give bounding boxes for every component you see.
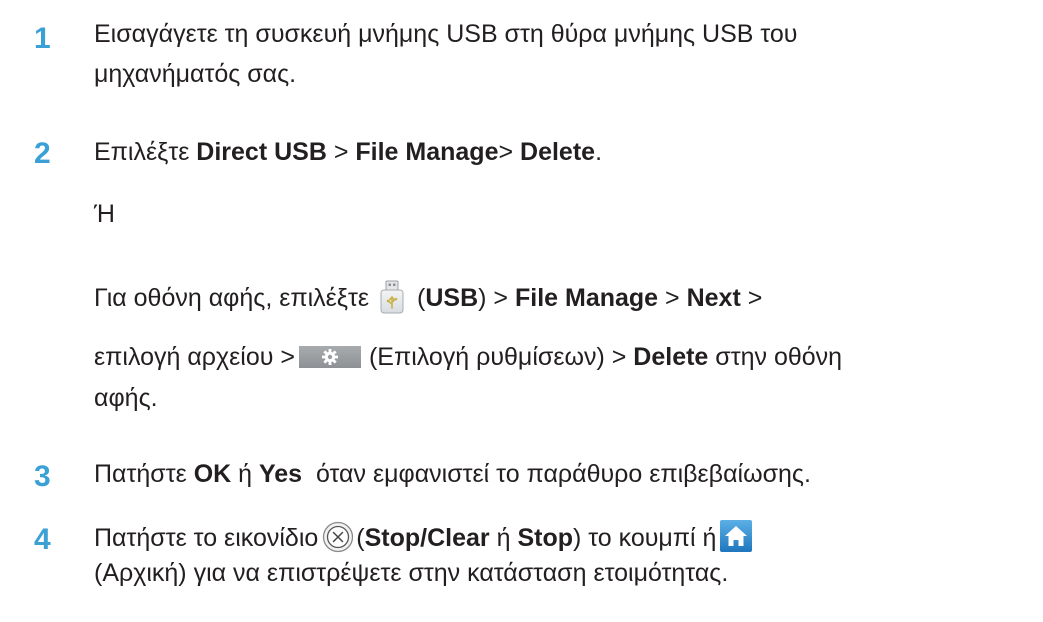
button-text: ) το κουμπί ή	[572, 524, 717, 552]
menu-usb: USB	[425, 284, 479, 312]
step-2-or: Ή	[94, 200, 115, 228]
or-text: ή	[489, 524, 518, 552]
separator: >	[326, 138, 356, 166]
step-1-line-1: Εισαγάγετε τη συσκευή μνήμης USB στη θύρ…	[94, 20, 798, 48]
button-stop-clear: Stop/Clear	[364, 524, 490, 552]
step-3-line-1: Πατήστε OK ή Yes όταν εμφανιστεί το παρά…	[94, 459, 811, 489]
step-2-touch-line-2: επιλογή αρχείου > (Επιλογή ρυθμίσεων) > …	[94, 342, 842, 372]
button-yes: Yes	[258, 460, 303, 488]
step-number-2: 2	[34, 137, 51, 170]
step-2-end: .	[595, 138, 603, 166]
step-number-4: 4	[34, 523, 51, 556]
step-2-touch-line-3: αφής.	[94, 384, 158, 412]
step-3-text: Πατήστε	[94, 460, 194, 488]
step-2-touch-line-1: Για οθόνη αφής, επιλέξτε (USB) > File Ma…	[94, 280, 762, 314]
on-screen-text: στην οθόνη	[708, 343, 843, 371]
stop-clear-icon	[322, 521, 354, 553]
step-4-text: Πατήστε το εικονίδιο	[94, 524, 319, 552]
or-text: ή	[231, 460, 259, 488]
menu-file-manage: File Manage	[355, 138, 499, 166]
settings-option-text: (Επιλογή ρυθμίσεων) >	[368, 343, 634, 371]
touch-intro-text: Για οθόνη αφής, επιλέξτε	[94, 284, 370, 312]
menu-delete: Delete	[520, 138, 596, 166]
confirm-text: όταν εμφανιστεί το παράθυρο επιβεβαίωσης…	[302, 460, 811, 488]
separator: >	[658, 284, 687, 312]
step-number-1: 1	[34, 22, 51, 55]
select-file-text: επιλογή αρχείου >	[94, 343, 295, 371]
open-paren: (	[356, 524, 365, 552]
button-stop: Stop	[517, 524, 573, 552]
step-number-3: 3	[34, 460, 51, 493]
step-4-line-1: Πατήστε το εικονίδιο (Stop/Clear ή Stop)…	[94, 520, 753, 553]
button-ok: OK	[193, 460, 232, 488]
menu-next: Next	[686, 284, 741, 312]
step-2-line-1: Επιλέξτε Direct USB > File Manage> Delet…	[94, 137, 602, 167]
usb-icon	[379, 280, 405, 314]
menu-file-manage-touch: File Manage	[514, 284, 659, 312]
settings-gear-icon	[298, 345, 361, 368]
separator: ) >	[478, 284, 515, 312]
home-icon	[720, 520, 753, 552]
separator: >	[740, 284, 763, 312]
step-2-text: Επιλέξτε	[94, 138, 197, 166]
menu-delete-touch: Delete	[633, 343, 709, 371]
step-1-line-2: μηχανήματός σας.	[94, 60, 297, 88]
step-4-line-2: (Αρχική) για να επιστρέψετε στην κατάστα…	[94, 559, 729, 587]
separator: >	[498, 138, 521, 166]
menu-direct-usb: Direct USB	[196, 138, 327, 166]
